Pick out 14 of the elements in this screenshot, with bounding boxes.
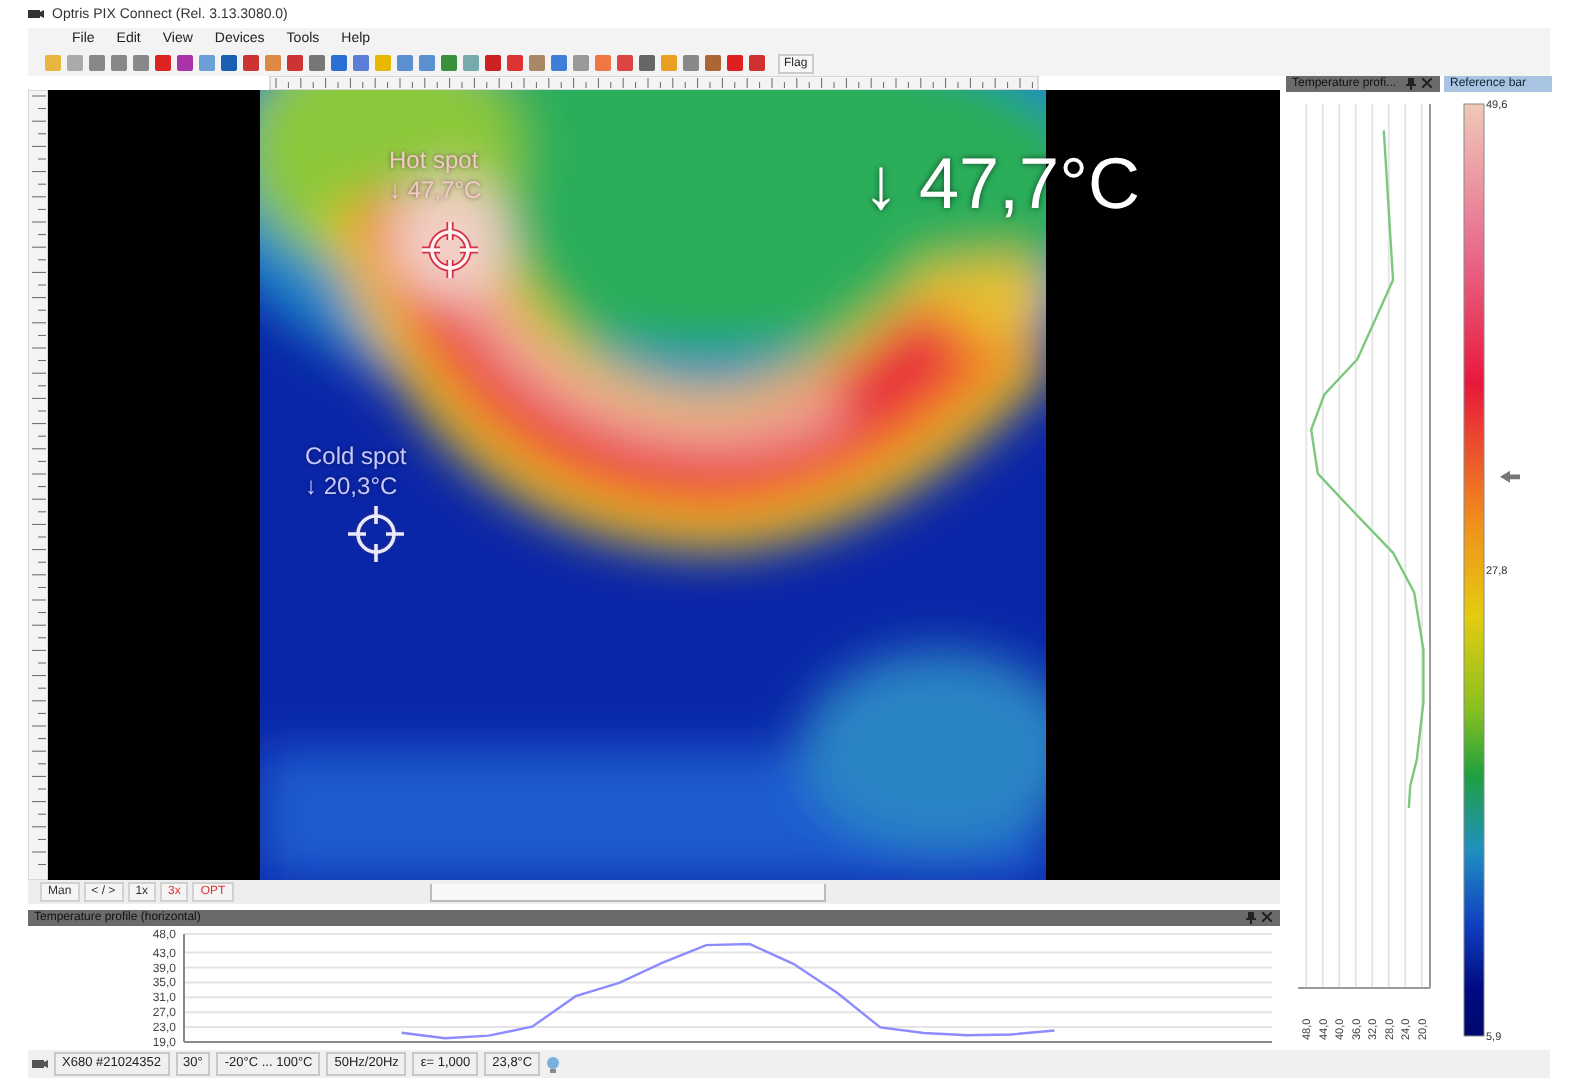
hot-spot-reading: ↓ 47,7°C bbox=[389, 178, 482, 204]
camera-icon bbox=[28, 8, 44, 20]
close-icon[interactable] bbox=[1422, 78, 1432, 88]
lightbulb-icon[interactable] bbox=[546, 1055, 561, 1073]
hot-spot-label: Hot spot bbox=[389, 148, 479, 174]
close-icon[interactable] bbox=[1262, 912, 1272, 922]
pin-icon[interactable] bbox=[1246, 912, 1256, 924]
scrollbar[interactable] bbox=[429, 883, 826, 901]
cold-spot-label: Cold spot bbox=[305, 444, 407, 470]
camera-icon bbox=[32, 1056, 48, 1072]
cold-spot-reading: ↓ 20,3°C bbox=[305, 474, 398, 500]
pin-icon[interactable] bbox=[1406, 78, 1416, 90]
crosshair-icon[interactable] bbox=[419, 220, 479, 280]
crosshair-icon[interactable] bbox=[345, 504, 405, 564]
